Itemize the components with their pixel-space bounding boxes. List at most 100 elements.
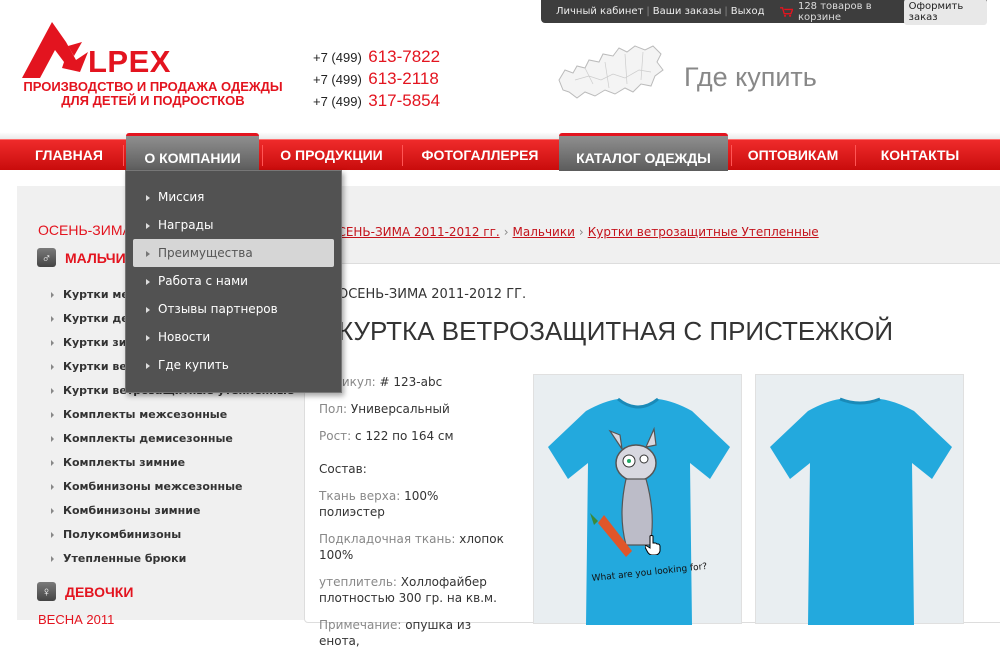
spec-gender: Пол: Универсальный: [319, 401, 505, 417]
sidebar-item[interactable]: Комплекты демисезонные: [51, 427, 294, 451]
spec-key: утеплитель:: [319, 575, 397, 589]
nav-gallery[interactable]: ФОТОГАЛЛЕРЕЯ: [405, 140, 555, 171]
sidebar-item[interactable]: Полукомбинизоны: [51, 523, 294, 547]
sidebar-item[interactable]: Комбинизоны зимние: [51, 499, 294, 523]
sidebar-item-label: Комплекты межсезонные: [63, 408, 228, 421]
nav-products[interactable]: О ПРОДУКЦИИ: [265, 140, 398, 171]
russia-map-icon[interactable]: [555, 40, 667, 106]
dropdown-item-label: Работа с нами: [158, 274, 248, 288]
bullet-icon: [51, 316, 54, 322]
phone-code: +7 (499): [313, 94, 362, 109]
dropdown-item-advantages[interactable]: Преимущества: [133, 239, 334, 267]
sidebar-item[interactable]: Комплекты зимние: [51, 451, 294, 475]
spec-value: Универсальный: [350, 402, 450, 416]
cart-link[interactable]: 128 товаров в корзине: [779, 0, 899, 23]
phone-row: +7 (499) 317-5854: [313, 90, 440, 112]
dropdown-item-label: Где купить: [158, 358, 229, 372]
dropdown-item-label: Миссия: [158, 190, 205, 204]
dropdown-item-news[interactable]: Новости: [133, 323, 334, 351]
dropdown-item-label: Отзывы партнеров: [158, 302, 278, 316]
nav-catalog[interactable]: КАТАЛОГ ОДЕЖДЫ: [559, 133, 728, 171]
checkout-button[interactable]: Оформить заказ: [903, 0, 987, 25]
slogan: ПРОИЗВОДСТВО И ПРОДАЖА ОДЕЖДЫ ДЛЯ ДЕТЕЙ …: [22, 80, 284, 108]
spec-lining: Подкладочная ткань: хлопок 100%: [319, 531, 505, 563]
dropdown-item-awards[interactable]: Награды: [133, 211, 334, 239]
sidebar-category-girls[interactable]: ♀ ДЕВОЧКИ: [37, 582, 133, 601]
dropdown-item-careers[interactable]: Работа с нами: [133, 267, 334, 295]
orders-link[interactable]: Ваши заказы: [650, 6, 725, 17]
about-dropdown-menu: Миссия Награды Преимущества Работа с нам…: [125, 170, 342, 393]
spec-value: # 123-abc: [379, 375, 443, 389]
spec-note: Примечание: опушка из енота,: [319, 617, 505, 649]
sidebar-item[interactable]: Утепленные брюки: [51, 547, 294, 571]
product-season: ОСЕНЬ-ЗИМА 2011-2012 ГГ.: [338, 287, 527, 302]
dropdown-item-label: Награды: [158, 218, 214, 232]
bullet-icon: [51, 292, 54, 298]
breadcrumb-separator: ›: [578, 225, 584, 239]
spec-outer: Ткань верха: 100% полиэстер: [319, 488, 505, 520]
spec-composition-heading: Состав:: [319, 462, 367, 476]
product-specs: Артикул: # 123-abc Пол: Универсальный Ро…: [319, 374, 505, 660]
phone-number: 613-2118: [368, 69, 439, 88]
bullet-icon: [51, 340, 54, 346]
spec-value: с 122 по 164 см: [355, 429, 454, 443]
nav-divider: [262, 145, 263, 166]
sidebar-item[interactable]: Комплекты межсезонные: [51, 403, 294, 427]
sidebar-item[interactable]: Комбинизоны межсезонные: [51, 475, 294, 499]
account-link[interactable]: Личный кабинет: [553, 6, 646, 17]
dropdown-item-label: Новости: [158, 330, 211, 344]
nav-divider: [855, 145, 856, 166]
bullet-icon: [51, 436, 54, 442]
nav-about[interactable]: О КОМПАНИИ: [126, 133, 259, 171]
nav-home[interactable]: ГЛАВНАЯ: [18, 140, 120, 171]
spec-insulation: утеплитель: Холлофайбер плотностью 300 г…: [319, 574, 505, 606]
bullet-icon: [51, 532, 54, 538]
sidebar-item-label: Комбинизоны межсезонные: [63, 480, 243, 493]
dropdown-item-reviews[interactable]: Отзывы партнеров: [133, 295, 334, 323]
nav-divider: [731, 145, 732, 166]
slogan-line: ДЛЯ ДЕТЕЙ И ПОДРОСТКОВ: [61, 93, 245, 108]
hand-cursor-icon: [645, 535, 661, 555]
bullet-icon: [51, 460, 54, 466]
bullet-icon: [51, 556, 54, 562]
logo-mark-icon: [22, 22, 88, 78]
dropdown-item-mission[interactable]: Миссия: [133, 183, 334, 211]
cart-count: 128 товаров в корзине: [797, 0, 872, 23]
tshirt-back-image: [770, 397, 952, 625]
male-icon: ♂: [37, 248, 56, 267]
bullet-icon: [51, 364, 54, 370]
bullet-icon: [51, 388, 54, 394]
bullet-icon: [146, 250, 150, 257]
bullet-icon: [146, 362, 150, 369]
spec-key: Примечание:: [319, 618, 402, 632]
bullet-icon: [51, 508, 54, 514]
breadcrumb-separator: ›: [503, 225, 509, 239]
product-photo-back[interactable]: [755, 374, 964, 625]
breadcrumb-link[interactable]: Куртки ветрозащитные Утепленные: [588, 225, 819, 239]
dropdown-item-where-to-buy[interactable]: Где купить: [133, 351, 334, 379]
phone-code: +7 (499): [313, 50, 362, 65]
female-icon: ♀: [37, 582, 56, 601]
spec-key: Рост:: [319, 429, 352, 443]
logo[interactable]: LPEX ПРОИЗВОДСТВО И ПРОДАЖА ОДЕЖДЫ ДЛЯ Д…: [22, 22, 287, 112]
phone-row: +7 (499) 613-7822: [313, 46, 440, 68]
phone-number: 317-5854: [368, 91, 441, 110]
sidebar-item-label: Комплекты зимние: [63, 456, 186, 469]
bullet-icon: [146, 306, 150, 313]
cart-icon: [779, 6, 793, 17]
nav-contacts[interactable]: КОНТАКТЫ: [858, 140, 982, 171]
breadcrumb-link[interactable]: Мальчики: [513, 225, 575, 239]
category-label: ДЕВОЧКИ: [65, 583, 134, 600]
bullet-icon: [146, 194, 150, 201]
sidebar-item-label: Полукомбинизоны: [63, 528, 182, 541]
logout-link[interactable]: Выход: [728, 6, 768, 17]
nav-wholesale[interactable]: ОПТОВИКАМ: [733, 140, 853, 171]
where-to-buy-link[interactable]: Где купить: [684, 62, 817, 93]
sidebar-item-label: Комплекты демисезонные: [63, 432, 233, 445]
spec-article: Артикул: # 123-abc: [319, 374, 505, 390]
product-photo-front[interactable]: What are you looking for?: [533, 374, 742, 625]
phone-code: +7 (499): [313, 72, 362, 87]
breadcrumb-link[interactable]: ОСЕНЬ-ЗИМА 2011-2012 гг.: [328, 225, 500, 239]
bullet-icon: [51, 484, 54, 490]
spec-key: Пол:: [319, 402, 348, 416]
